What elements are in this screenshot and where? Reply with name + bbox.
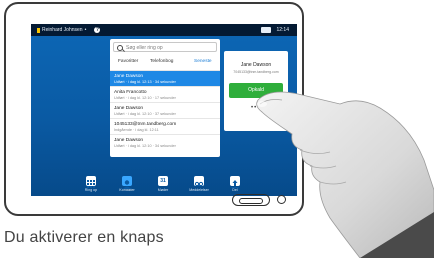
list-item[interactable]: Anita Francotto Udført · i dag kl. 12:10… xyxy=(110,86,220,102)
status-bar: Reinhard Johnsen • ? 12:14 xyxy=(31,24,297,36)
contacts-icon xyxy=(122,176,132,189)
tab-favorites[interactable]: Favoritter xyxy=(118,59,138,64)
tab-recent[interactable]: Seneste xyxy=(194,59,212,64)
contact-name: Jane Dawson xyxy=(114,106,144,111)
contact-name: Jane Dawson xyxy=(114,74,144,79)
calendar-icon: 31 xyxy=(158,176,168,186)
contact-detail: Udført · i dag kl. 12:13 · 34 sekunder xyxy=(114,80,176,84)
voicemail-icon xyxy=(194,176,204,187)
contact-name: 1045133@tnm.tandberg.com xyxy=(114,122,177,127)
nav-call[interactable]: Ring op xyxy=(79,176,103,192)
bottom-nav-bar: Ring op Kontakter 31 Møder Meddelelser D… xyxy=(31,166,297,196)
calendar-day: 31 xyxy=(160,178,166,184)
list-item[interactable]: Jane Dawson Udført · i dag kl. 12:10 · 3… xyxy=(110,134,220,150)
contacts-panel: Søg eller ring op Favoritter Telefonbog … xyxy=(110,39,220,157)
keypad-icon xyxy=(86,176,96,188)
nav-messages[interactable]: Meddelelser xyxy=(187,176,211,192)
search-input[interactable]: Søg eller ring op xyxy=(113,42,217,52)
contact-detail: Udført · i dag kl. 12:10 · 17 sekunder xyxy=(114,96,176,100)
search-placeholder: Søg eller ring op xyxy=(126,45,163,51)
search-icon xyxy=(117,45,123,51)
help-icon[interactable]: ? xyxy=(94,27,101,33)
nav-meetings[interactable]: 31 Møder xyxy=(151,176,175,192)
nav-meetings-label: Møder xyxy=(157,188,169,192)
contact-detail: Indgående · i dag kl. 12:11 xyxy=(114,128,159,132)
card-contact-name: Jane Dawson xyxy=(240,62,272,68)
status-time: 12:14 xyxy=(276,27,289,33)
nav-share[interactable]: Del xyxy=(223,176,247,192)
share-icon xyxy=(230,176,240,188)
contact-detail-card: Jane Dawson 7045133@tnm.tandberg.com Opk… xyxy=(224,51,288,131)
mute-button[interactable] xyxy=(277,195,286,204)
list-item[interactable]: Jane Dawson Udført · i dag kl. 12:10 · 3… xyxy=(110,102,220,118)
user-indicator-icon xyxy=(37,27,40,33)
contact-tabs: Favoritter Telefonbog Seneste xyxy=(110,57,220,67)
call-button[interactable]: Opkald xyxy=(229,83,283,98)
status-user[interactable]: Reinhard Johnsen • ? xyxy=(37,24,101,36)
more-options-icon[interactable]: ••• xyxy=(251,105,260,111)
status-user-name: Reinhard Johnsen xyxy=(42,27,83,33)
recent-calls-list: Jane Dawson Udført · i dag kl. 12:13 · 3… xyxy=(110,70,220,150)
list-item[interactable]: Jane Dawson Udført · i dag kl. 12:13 · 3… xyxy=(110,70,220,86)
touch-panel-device: Reinhard Johnsen • ? 12:14 Søg eller rin… xyxy=(4,2,304,216)
nav-contacts[interactable]: Kontakter xyxy=(115,176,139,192)
contact-name: Jane Dawson xyxy=(114,138,144,143)
list-item[interactable]: 1045133@tnm.tandberg.com Indgående · i d… xyxy=(110,118,220,134)
status-user-suffix: • xyxy=(84,27,87,33)
caption-text: Du aktiverer en knaps xyxy=(4,229,164,246)
contact-name: Anita Francotto xyxy=(114,90,147,95)
card-contact-uri: 7045133@tnm.tandberg.com xyxy=(233,70,279,74)
contact-detail: Udført · i dag kl. 12:10 · 34 sekunder xyxy=(114,144,176,148)
tab-directory[interactable]: Telefonbog xyxy=(150,59,173,64)
home-button[interactable] xyxy=(232,194,270,206)
contact-detail: Udført · i dag kl. 12:10 · 37 sekunder xyxy=(114,112,176,116)
touch-screen: Reinhard Johnsen • ? 12:14 Søg eller rin… xyxy=(31,24,297,196)
camera-icon[interactable] xyxy=(261,27,271,33)
